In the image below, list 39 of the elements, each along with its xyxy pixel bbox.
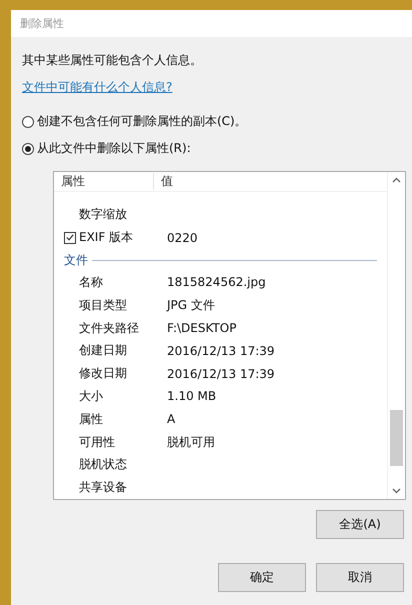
radio-option[interactable]: 从此文件中删除以下属性(R): <box>22 140 412 157</box>
scroll-up-icon[interactable] <box>392 177 401 183</box>
scrollbar-thumb[interactable] <box>390 410 403 466</box>
property-value: F:\DESKTOP <box>167 321 236 336</box>
property-value: 2016/12/13 17:39 <box>167 366 275 381</box>
property-name: 文件夹路径 <box>78 320 140 337</box>
property-name: 创建日期 <box>78 342 128 360</box>
dialog-button[interactable]: 取消 <box>316 563 404 592</box>
property-name: 数字缩放 <box>78 206 128 224</box>
property-name: 修改日期 <box>78 365 128 382</box>
property-name: 属性 <box>78 410 104 428</box>
help-link[interactable]: 文件中可能有什么个人信息? <box>22 79 172 96</box>
select-all-button[interactable]: 全选(A) <box>316 510 404 539</box>
scroll-down-icon[interactable] <box>392 488 401 494</box>
property-value: 1.10 MB <box>167 389 216 404</box>
property-value: 1815824562.jpg <box>167 275 266 290</box>
property-name: 共享设备 <box>78 479 128 496</box>
property-value: JPG 文件 <box>167 296 215 314</box>
property-name: 名称 <box>78 274 104 291</box>
radio-option[interactable]: 创建不包含任何可删除属性的副本(C)。 <box>22 113 412 130</box>
property-value: 2016/12/13 17:39 <box>167 344 275 358</box>
property-value: 0220 <box>167 230 198 245</box>
property-name: 脱机状态 <box>78 456 128 474</box>
intro-text: 其中某些属性可能包含个人信息。 <box>22 52 203 69</box>
property-value: A <box>167 412 176 426</box>
group-header: 文件 <box>64 252 88 269</box>
property-name: 可用性 <box>78 434 116 450</box>
property-name: 项目类型 <box>78 296 128 314</box>
radio-icon[interactable] <box>22 142 34 154</box>
column-header[interactable]: 属性 <box>54 173 154 190</box>
window-title: 删除属性 <box>20 16 64 31</box>
property-name: 大小 <box>78 388 104 405</box>
column-header[interactable]: 值 <box>154 173 173 190</box>
property-value: 脱机可用 <box>167 434 215 450</box>
property-name: EXIF 版本 <box>78 229 134 246</box>
scrollbar[interactable] <box>387 172 405 499</box>
radio-icon[interactable] <box>22 116 34 128</box>
checkbox[interactable] <box>64 232 76 244</box>
dialog-button[interactable]: 确定 <box>218 563 306 592</box>
